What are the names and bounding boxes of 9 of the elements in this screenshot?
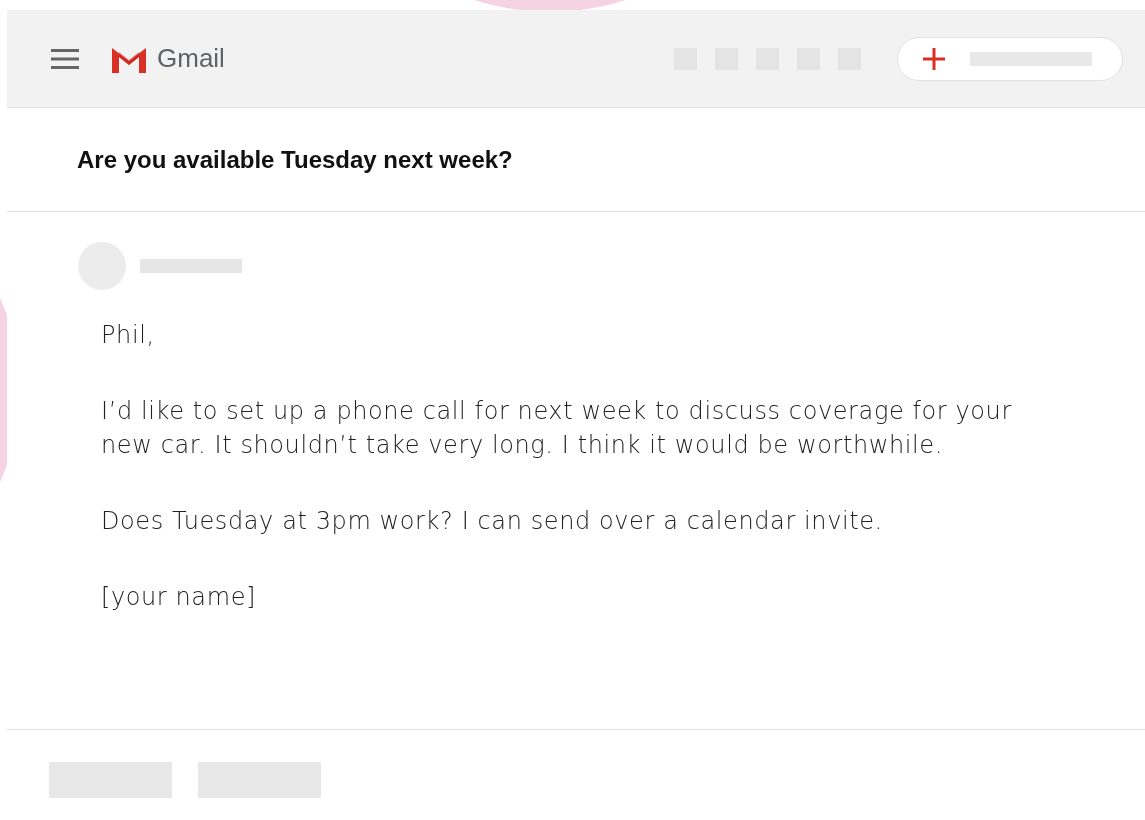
menu-icon[interactable] (51, 47, 79, 70)
message-paragraph: Phil, (101, 320, 156, 351)
email-subject: Are you available Tuesday next week? (77, 145, 513, 174)
message-paragraph: [your name] (101, 582, 257, 613)
compose-button[interactable] (897, 36, 1123, 81)
plus-icon (922, 46, 946, 71)
message-paragraph: Does Tuesday at 3pm work? I can send over a calendar invite. (101, 506, 884, 537)
app-name: Gmail (157, 43, 225, 74)
message-paragraph: I’d like to set up a phone call for next week to discuss coverage for your new car. It shouldn’t take very long. I think it would be worthwhile. (101, 396, 1013, 461)
